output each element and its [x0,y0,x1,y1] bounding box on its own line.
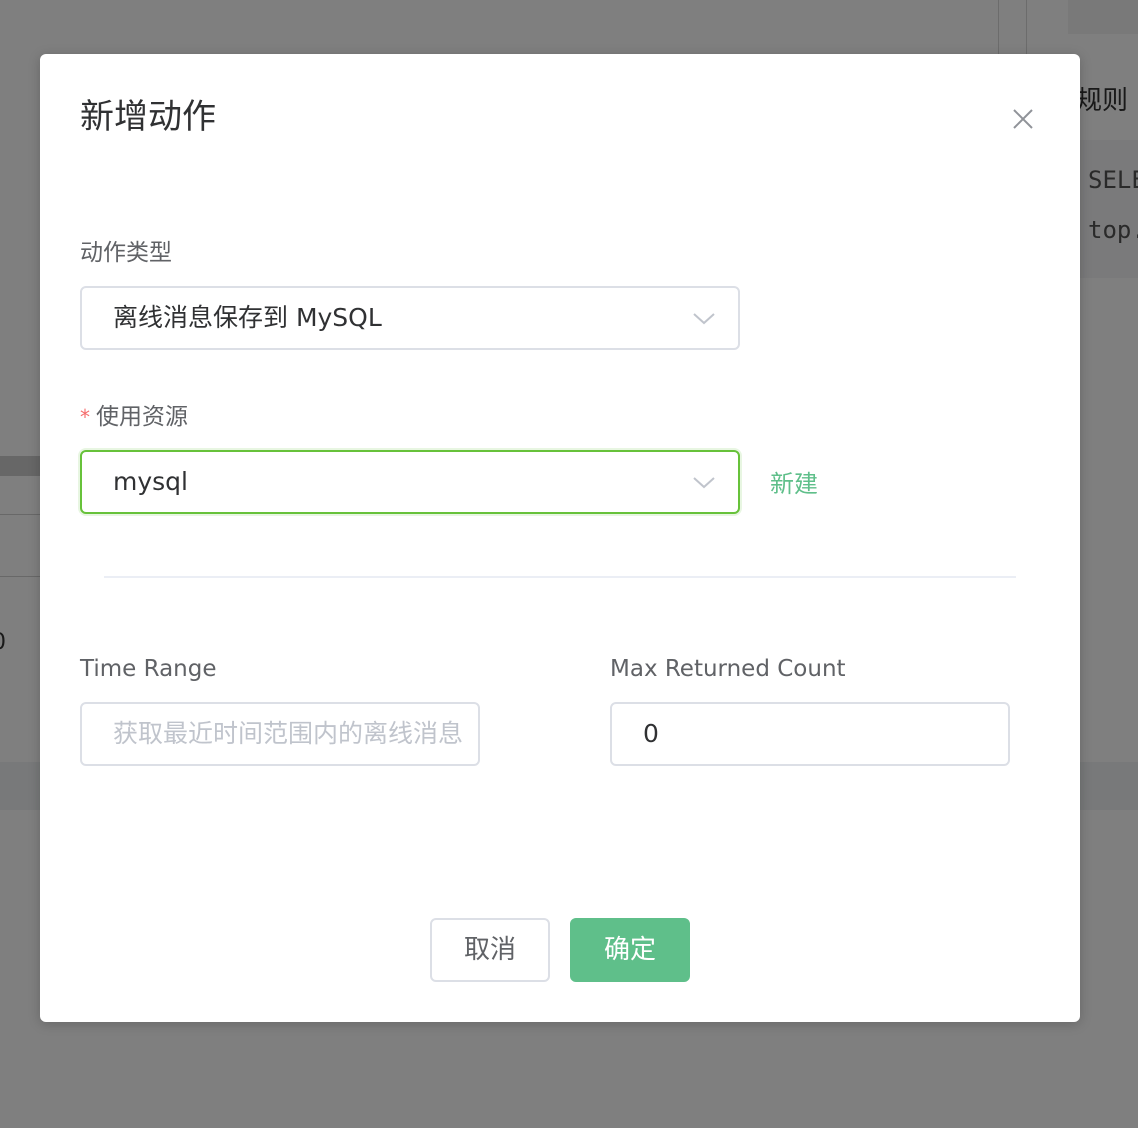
max-returned-count-input[interactable]: 0 [610,702,1010,766]
resource-select[interactable]: mysql [80,450,740,514]
action-type-label: 动作类型 [80,240,172,266]
confirm-button[interactable]: 确定 [570,918,690,982]
close-icon [1008,104,1038,134]
dialog-title: 新增动作 [80,97,216,137]
chevron-down-icon [692,308,716,328]
add-action-dialog: 新增动作 动作类型 离线消息保存到 MySQL * 使用资源 mysql 新建 … [40,54,1080,1022]
resource-value: mysql [113,467,188,496]
action-type-value: 离线消息保存到 MySQL [113,303,382,332]
time-range-input[interactable]: 获取最近时间范围内的离线消息 [80,702,480,766]
action-type-select[interactable]: 离线消息保存到 MySQL [80,286,740,350]
resource-label-text: 使用资源 [96,404,188,430]
close-button[interactable] [1008,104,1038,134]
time-range-label: Time Range [80,656,217,682]
form-divider [104,576,1016,578]
max-returned-count-label: Max Returned Count [610,656,846,682]
new-resource-link[interactable]: 新建 [770,466,818,502]
page: 规则 S SELE top. 0 新增动作 动作类型 离线消息保存到 MySQL [0,0,1138,1128]
resource-label: * 使用资源 [80,402,188,432]
max-returned-count-value: 0 [643,719,659,748]
chevron-down-icon [692,472,716,492]
time-range-placeholder: 获取最近时间范围内的离线消息 [113,719,464,748]
required-mark: * [80,405,90,429]
cancel-button[interactable]: 取消 [430,918,550,982]
